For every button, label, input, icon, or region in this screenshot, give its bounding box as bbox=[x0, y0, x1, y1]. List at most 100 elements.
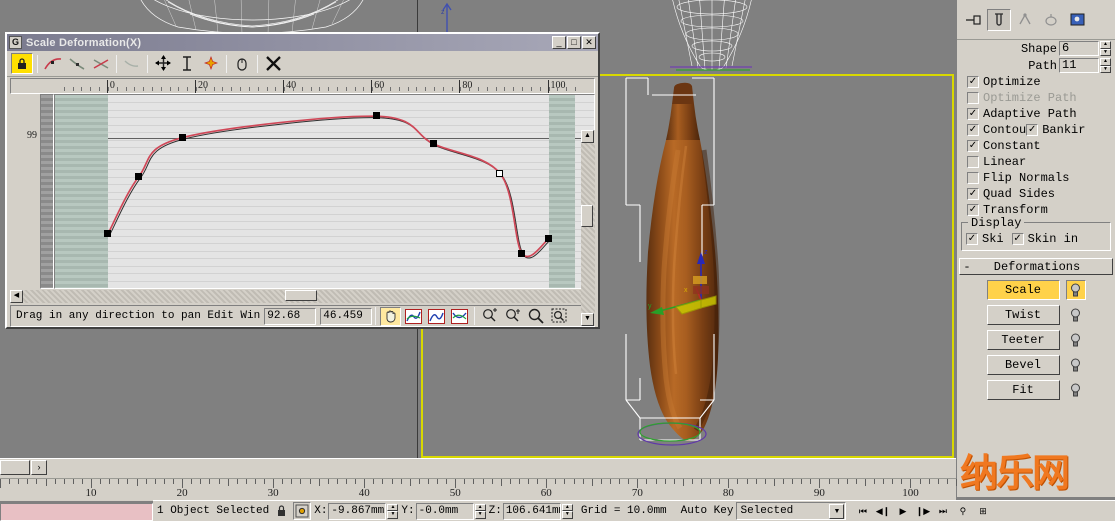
loft-skin-options[interactable]: ✓ Optimize Optimize Path ✓ Adaptive Path ✓ Con… bbox=[957, 74, 1115, 218]
display-tab[interactable] bbox=[1065, 8, 1089, 31]
checkbox-optimize[interactable]: ✓ Optimize bbox=[957, 74, 1115, 90]
lightbulb-icon[interactable] bbox=[1065, 280, 1086, 300]
display-group-items[interactable]: ✓ Ski ✓ Skin in bbox=[962, 232, 1110, 246]
coord-group-x[interactable]: X: -9.867mm ▲ ▼ bbox=[314, 502, 399, 520]
coord-group-y[interactable]: Y: -0.0mm ▲ ▼ bbox=[401, 502, 486, 520]
checkbox-box[interactable] bbox=[967, 92, 979, 104]
scale-button[interactable] bbox=[176, 53, 198, 74]
dialog-title-bar[interactable]: G Scale Deformation(X) _ □ ✕ bbox=[7, 34, 598, 51]
graph-horizontal-ruler[interactable]: 0 20 40 60 80 100 bbox=[10, 78, 595, 94]
next-key-button[interactable]: › bbox=[31, 460, 47, 475]
delete-control-point-button[interactable] bbox=[121, 53, 143, 74]
reset-curve-button[interactable] bbox=[231, 53, 253, 74]
modify-tab[interactable] bbox=[987, 8, 1011, 31]
next-frame-button[interactable]: ❙▶ bbox=[913, 502, 933, 520]
zoom-tool-button[interactable]: ⚲ bbox=[953, 502, 973, 520]
deformation-button-fit[interactable]: Fit bbox=[986, 380, 1060, 400]
spinner-arrows-icon[interactable]: ▲ ▼ bbox=[1100, 58, 1111, 73]
move-control-point-button[interactable] bbox=[42, 53, 64, 74]
deformation-button-teeter[interactable]: Teeter bbox=[986, 330, 1060, 350]
zoom-all-button[interactable]: ⊞ bbox=[973, 502, 993, 520]
checkbox-box[interactable]: ✓ bbox=[1011, 233, 1024, 245]
command-panel-tabs[interactable] bbox=[957, 0, 1115, 40]
cursor-x-field[interactable]: 92.68 bbox=[264, 307, 317, 325]
curve-control-point[interactable] bbox=[544, 234, 552, 242]
hscroll-track[interactable] bbox=[23, 290, 582, 303]
move-button[interactable] bbox=[152, 53, 174, 74]
viewport-perspective[interactable]: z y x bbox=[600, 0, 956, 458]
dialog-toolbar[interactable] bbox=[7, 51, 598, 77]
coord-value[interactable]: -0.0mm bbox=[415, 502, 474, 520]
spinner-arrows-icon[interactable]: ▲ ▼ bbox=[1100, 41, 1111, 56]
checkbox-box[interactable]: ✓ bbox=[967, 188, 979, 200]
display-checkbox-ski[interactable]: ✓ Ski bbox=[966, 232, 1004, 246]
spinner-value[interactable]: 6 bbox=[1059, 41, 1099, 56]
coord-group-z[interactable]: Z: 106.641mm ▲ ▼ bbox=[489, 502, 573, 520]
chevron-down-icon[interactable]: ▼ bbox=[829, 503, 845, 519]
zoom-horizontal-button[interactable] bbox=[479, 307, 500, 326]
graph-vertical-scrollbar[interactable]: ▲ ▼ bbox=[581, 130, 595, 326]
viewport-top-middle[interactable]: z bbox=[419, 0, 537, 36]
curve-control-point[interactable] bbox=[429, 140, 437, 148]
lightbulb-icon[interactable] bbox=[1066, 355, 1086, 375]
coord-value[interactable]: 106.641mm bbox=[502, 502, 561, 520]
scroll-left-arrow-icon[interactable]: ◀ bbox=[10, 290, 23, 303]
curve-control-point[interactable] bbox=[178, 133, 186, 141]
coordinate-mode-button[interactable] bbox=[293, 502, 312, 520]
scale-control-point-button[interactable] bbox=[66, 53, 88, 74]
vscroll-track[interactable] bbox=[581, 143, 595, 313]
pan-button[interactable] bbox=[380, 306, 402, 326]
scroll-up-arrow-icon[interactable]: ▲ bbox=[581, 130, 594, 143]
command-panel[interactable]: Shape 6 ▲ ▼ Path 11 ▲ ▼ ✓ Optimize Optimize Path ✓… bbox=[956, 0, 1115, 497]
deformation-button-twist[interactable]: Twist bbox=[986, 305, 1060, 325]
zoom-button[interactable] bbox=[525, 307, 546, 326]
shape-path-steps[interactable]: Shape 6 ▲ ▼ Path 11 ▲ ▼ bbox=[957, 40, 1115, 74]
lock-selection-button[interactable] bbox=[272, 502, 291, 520]
selection-level-dropdown[interactable]: Selected ▼ bbox=[736, 502, 847, 520]
make-symmetrical-button[interactable] bbox=[11, 53, 33, 74]
deformation-buttons[interactable]: Scale Twist Teeter Bevel Fit bbox=[957, 280, 1115, 400]
checkbox-box[interactable]: ✓ bbox=[1026, 124, 1039, 136]
deformations-rollout-header[interactable]: - Deformations bbox=[959, 258, 1113, 275]
auto-key-label[interactable]: Auto Key bbox=[681, 505, 734, 517]
go-to-start-button[interactable]: ⏮ bbox=[853, 502, 873, 520]
checkbox-flip-normals[interactable]: Flip Normals bbox=[957, 170, 1115, 186]
checkbox-box[interactable]: ✓ bbox=[967, 76, 979, 88]
zoom-vertical-button[interactable] bbox=[502, 307, 523, 326]
curve-control-point[interactable] bbox=[372, 112, 380, 120]
hierarchy-tab[interactable] bbox=[1013, 8, 1037, 31]
display-checkbox-skin-in[interactable]: ✓ Skin in bbox=[1011, 232, 1078, 246]
track-bar[interactable]: › 10 20 30 40 50 60 70 80 90 100 bbox=[0, 458, 957, 501]
coord-spinner-icon[interactable]: ▲ ▼ bbox=[561, 503, 573, 519]
coordinate-fields[interactable]: X: -9.867mm ▲ ▼ Y: -0.0mm ▲ ▼ Z: 106.641mm ▲ ▼ bbox=[311, 502, 573, 520]
checkbox-box[interactable]: ✓ bbox=[967, 124, 979, 136]
cursor-y-field[interactable]: 46.459 bbox=[320, 307, 373, 325]
track-prompt-field[interactable] bbox=[0, 460, 30, 475]
track-selection-range[interactable] bbox=[0, 503, 153, 521]
close-button[interactable]: ✕ bbox=[582, 36, 596, 49]
play-button[interactable]: ▶ bbox=[893, 502, 913, 520]
spinner-value[interactable]: 11 bbox=[1059, 58, 1099, 73]
motion-tab[interactable] bbox=[1039, 8, 1063, 31]
curve-control-point[interactable] bbox=[134, 172, 142, 180]
checkbox-constant[interactable]: ✓ Constant bbox=[957, 138, 1115, 154]
checkbox-linear[interactable]: Linear bbox=[957, 154, 1115, 170]
hscroll-thumb[interactable] bbox=[285, 290, 317, 301]
curve-control-point[interactable] bbox=[496, 169, 504, 177]
rollout-collapse-icon[interactable]: - bbox=[960, 260, 974, 274]
checkbox-box[interactable]: ✓ bbox=[967, 140, 979, 152]
zoom-region-button[interactable] bbox=[548, 307, 569, 326]
previous-frame-button[interactable]: ◀❙ bbox=[873, 502, 893, 520]
timeline-ruler[interactable]: 10 20 30 40 50 60 70 80 90 100 bbox=[0, 478, 957, 501]
go-to-end-button[interactable]: ⏭ bbox=[933, 502, 953, 520]
checkbox-box[interactable]: ✓ bbox=[967, 204, 979, 216]
delete-button[interactable] bbox=[262, 53, 284, 74]
scroll-down-arrow-icon[interactable]: ▼ bbox=[581, 313, 594, 326]
checkbox-quad-sides[interactable]: ✓ Quad Sides bbox=[957, 186, 1115, 202]
deformation-button-scale[interactable]: Scale bbox=[986, 280, 1060, 300]
minimize-button[interactable]: _ bbox=[552, 36, 566, 49]
zoom-extents-button[interactable] bbox=[403, 307, 424, 326]
curve-control-point[interactable] bbox=[103, 230, 111, 238]
lightbulb-icon[interactable] bbox=[1066, 330, 1086, 350]
coord-spinner-icon[interactable]: ▲ ▼ bbox=[387, 503, 399, 519]
